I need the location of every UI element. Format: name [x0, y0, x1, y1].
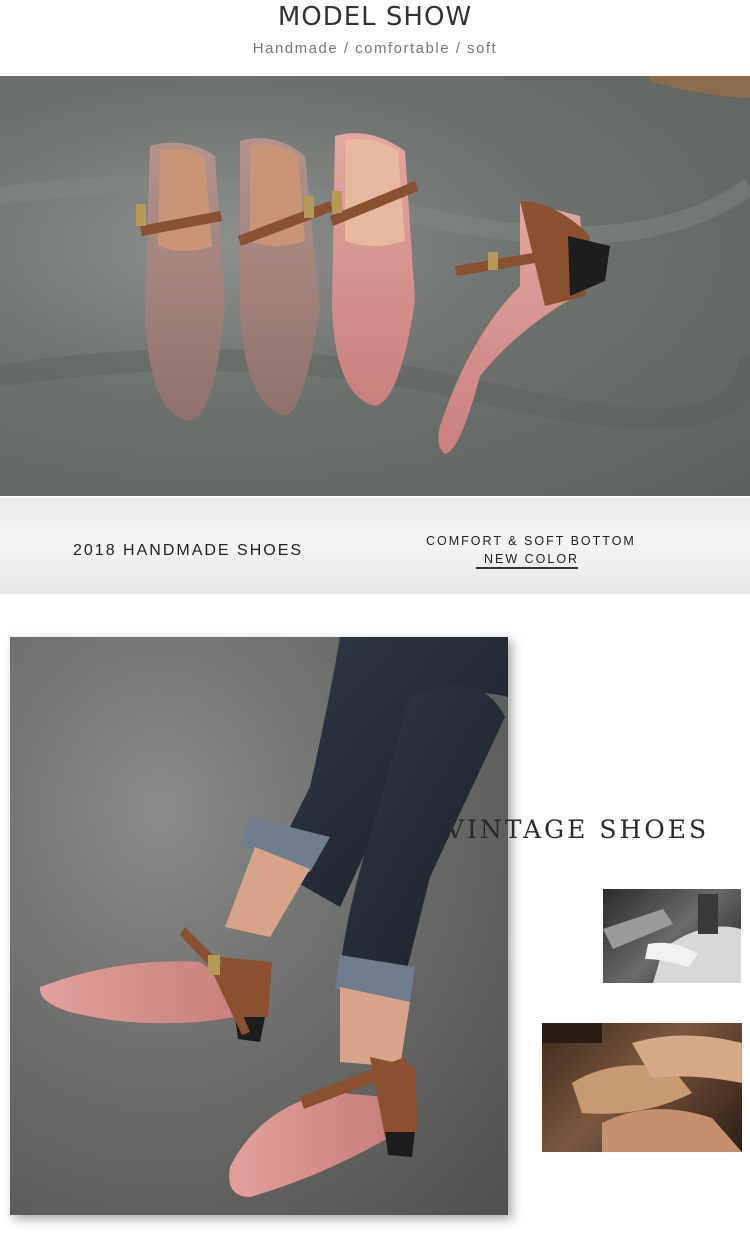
banner-new-color: NEW COLOR	[484, 552, 580, 566]
shoes-flatlay-illustration	[0, 76, 750, 454]
page-subtitle: Handmade / comfortable / soft	[252, 40, 498, 57]
sewing-illustration	[603, 894, 741, 983]
shoe-worn-lower	[229, 1057, 418, 1197]
feature-title: VINTAGE SHOES	[446, 815, 710, 844]
shoe-worn-upper	[39, 927, 272, 1042]
model-wearing-shoes-photo	[10, 637, 508, 1215]
section-header: MODEL SHOW Handmade / comfortable / soft	[0, 0, 750, 76]
shoe-taupe-1	[136, 142, 225, 421]
craft-photo-sewing	[603, 889, 741, 983]
shoe-pink-1	[330, 133, 418, 406]
handmaking-illustration	[542, 1023, 742, 1152]
model-illustration	[39, 637, 508, 1197]
banner-underline	[476, 567, 578, 569]
banner-tagline: COMFORT & SOFT BOTTOM	[426, 534, 636, 548]
craft-photo-handmaking	[542, 1023, 742, 1152]
banner-headline: 2018 HANDMADE SHOES	[73, 542, 304, 559]
promo-banner: 2018 HANDMADE SHOES COMFORT & SOFT BOTTO…	[0, 498, 750, 594]
product-photo-shoes-flatlay	[0, 76, 750, 496]
page-title: MODEL SHOW	[277, 2, 473, 32]
